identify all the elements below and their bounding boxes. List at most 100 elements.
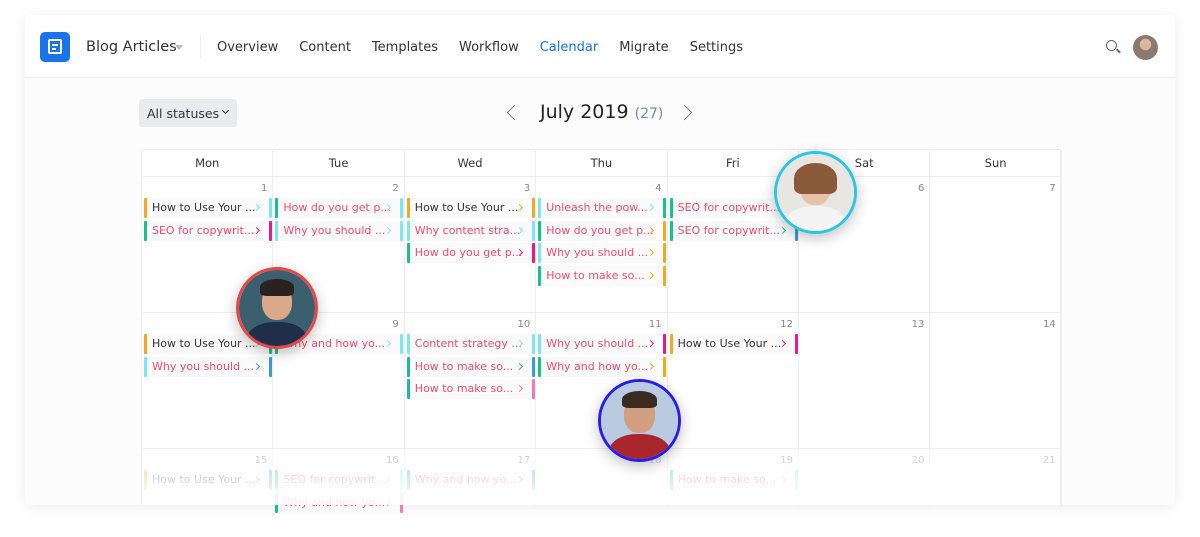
status-bar (669, 198, 673, 218)
article-title: Why content stra... (414, 223, 521, 237)
chevron-right-icon[interactable] (647, 203, 655, 212)
collaborator-avatar (774, 151, 857, 234)
stage-bar (794, 334, 798, 354)
stage-bar (663, 220, 667, 241)
chevron-right-icon[interactable] (515, 384, 523, 393)
article-card[interactable]: Why you should ... (538, 243, 667, 263)
nav-tab-workflow[interactable]: Workflow (459, 40, 519, 55)
day-cell[interactable]: 4 Unleash the pow... How do you get p... Wh… (536, 177, 668, 313)
logo-icon[interactable] (40, 32, 70, 62)
chevron-right-icon[interactable] (647, 248, 655, 257)
article-card[interactable]: SEO for copywrit... (144, 220, 272, 241)
stage-bar (663, 265, 667, 286)
day-number: 9 (392, 319, 399, 330)
article-card[interactable]: SEO for copywrit... (669, 220, 798, 241)
article-card[interactable]: How do you get p... (538, 220, 667, 241)
weekday-header: Mon (142, 150, 274, 177)
weekday-header: Tue (273, 150, 405, 177)
day-number: 1 (261, 183, 268, 194)
weekday-header: Thu (536, 150, 668, 177)
top-bar: Blog Articles Overview Content Templates Wo… (25, 15, 1175, 78)
status-bar (144, 198, 147, 218)
status-bar (538, 265, 542, 286)
day-cell[interactable]: 14 (930, 313, 1062, 449)
article-title: SEO for copywrit... (677, 223, 780, 237)
day-cell[interactable]: 12 How to Use Your ... (667, 313, 799, 449)
day-number: 12 (780, 319, 793, 330)
chevron-right-icon[interactable] (647, 271, 655, 279)
nav-tab-migrate[interactable]: Migrate (619, 40, 669, 55)
day-cell[interactable]: 7 (930, 177, 1062, 313)
article-card[interactable]: How to make so... (406, 356, 535, 377)
status-bar (538, 220, 542, 241)
chevron-right-icon[interactable] (647, 339, 655, 348)
day-cell[interactable]: 3 How to Use Your ... Why content stra... H… (404, 177, 537, 313)
chevron-right-icon[interactable] (384, 226, 392, 234)
prev-month-button[interactable] (506, 104, 523, 121)
stage-bar (531, 334, 535, 354)
article-title: How to Use Your ... (152, 201, 256, 214)
status-bar (406, 334, 410, 354)
status-bar (144, 334, 147, 354)
article-card[interactable]: How do you get p... (406, 243, 535, 263)
chevron-right-icon[interactable] (384, 339, 392, 348)
article-card[interactable]: How to make so... (538, 265, 667, 286)
article-title: How to make so... (546, 268, 645, 282)
day-cell[interactable]: 13 (799, 313, 931, 449)
status-filter-dropdown[interactable]: All statuses (139, 99, 237, 127)
main-nav: Overview Content Templates Workflow Calendar… (217, 40, 743, 55)
nav-tab-overview[interactable]: Overview (217, 40, 278, 55)
article-card[interactable]: How do you get p... (275, 198, 404, 218)
status-bar (538, 198, 542, 218)
stage-bar (663, 243, 667, 263)
nav-tab-settings[interactable]: Settings (690, 40, 743, 55)
article-title: Why you should ... (546, 337, 649, 350)
day-cell[interactable]: 10 Content strategy ... How to make so... H… (404, 313, 537, 449)
article-card[interactable]: How to make so... (406, 379, 535, 399)
weekday-header: Wed (404, 150, 537, 177)
article-card[interactable]: Why you should ... (538, 334, 667, 354)
day-number: 11 (648, 319, 662, 330)
stage-bar (531, 198, 535, 218)
status-bar (406, 356, 410, 377)
article-card[interactable]: Unleash the pow... (538, 198, 667, 218)
avatar[interactable] (1133, 35, 1158, 60)
status-bar (406, 220, 410, 241)
article-card[interactable]: Why you should ... (144, 356, 272, 377)
nav-tab-calendar[interactable]: Calendar (540, 40, 598, 55)
article-card[interactable]: How to Use Your ... (406, 198, 535, 218)
article-card[interactable]: Why you should ... (275, 220, 404, 241)
article-card[interactable]: Content strategy ... (406, 334, 535, 354)
search-icon[interactable] (1106, 40, 1117, 51)
stage-bar (400, 220, 404, 241)
article-card[interactable]: How to Use Your ... (669, 334, 798, 354)
chevron-right-icon[interactable] (515, 362, 523, 370)
article-title: Why you should ... (152, 359, 254, 373)
day-number: 2 (392, 183, 399, 194)
article-title: Why and how yo... (546, 359, 648, 373)
stage-bar (531, 356, 535, 377)
stage-bar (269, 356, 272, 377)
article-count: (27) (634, 106, 664, 122)
divider (200, 35, 201, 59)
chevron-right-icon[interactable] (647, 362, 655, 370)
article-title: SEO for copywrit... (152, 223, 255, 237)
article-card[interactable]: Why and how yo... (538, 356, 667, 377)
next-month-button[interactable] (676, 104, 693, 121)
article-card[interactable]: How to Use Your ... (144, 198, 272, 218)
status-bar (406, 379, 410, 399)
status-bar (406, 198, 410, 218)
nav-tab-content[interactable]: Content (299, 40, 351, 55)
nav-tab-templates[interactable]: Templates (372, 40, 438, 55)
article-card[interactable]: Why content stra... (406, 220, 535, 241)
article-title: How to make so... (414, 382, 514, 395)
chevron-right-icon[interactable] (252, 362, 261, 370)
status-bar (144, 220, 147, 241)
chevron-right-icon[interactable] (252, 226, 261, 234)
weekday-header: Sun (930, 150, 1062, 177)
caret-down-icon[interactable] (175, 45, 183, 50)
app-window: Blog Articles Overview Content Templates Wo… (25, 15, 1175, 513)
article-title: How do you get p... (414, 246, 523, 259)
project-title[interactable]: Blog Articles (86, 39, 177, 55)
article-title: How to Use Your ... (414, 201, 519, 214)
